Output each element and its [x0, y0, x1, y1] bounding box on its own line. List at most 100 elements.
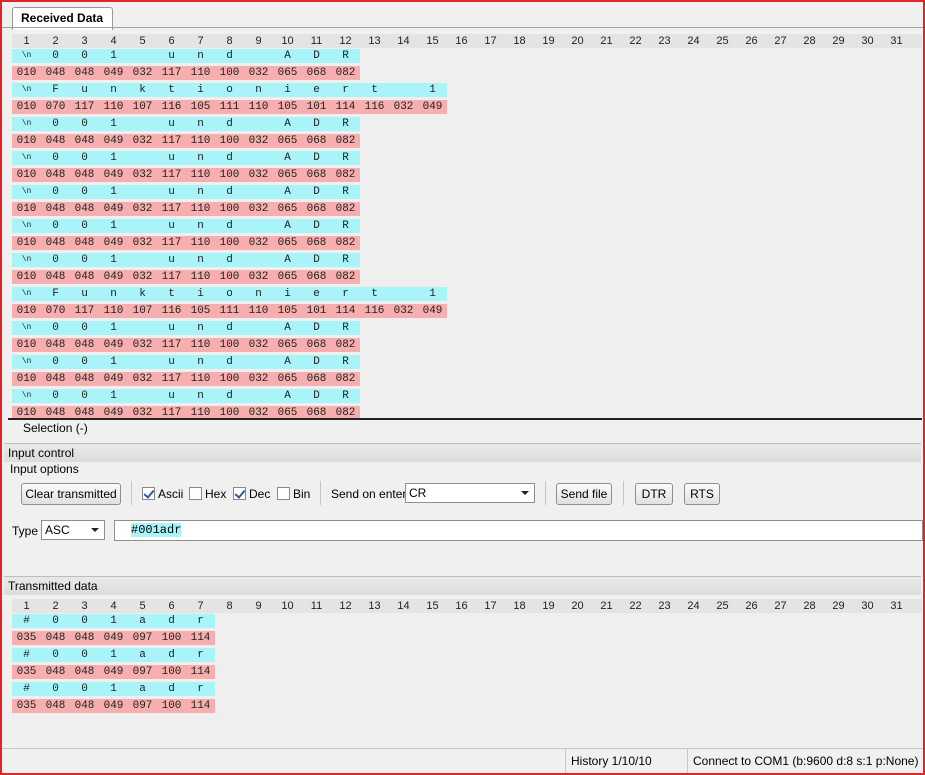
ascii-cell: F [41, 287, 70, 301]
decimal-cell: 048 [41, 168, 70, 182]
decimal-row: 010 070 117 110 107 116 105 111 110 105 101 114 116 0… [12, 304, 447, 318]
ascii-cell: 1 [99, 117, 128, 131]
ascii-cell: 0 [70, 253, 99, 267]
ascii-row: \n Fu n k t i o n i e r t 1 [12, 287, 447, 301]
ascii-cell: 0 [70, 648, 99, 662]
ascii-cell: \n [12, 389, 41, 403]
column-number: 13 [368, 35, 381, 47]
decimal-cell: 010 [12, 304, 41, 318]
decimal-cell: 110 [186, 66, 215, 80]
decimal-cell: 049 [418, 304, 447, 318]
ascii-cell [128, 117, 157, 131]
ascii-cell: d [215, 253, 244, 267]
ascii-cell [128, 151, 157, 165]
ascii-cell: \n [12, 185, 41, 199]
ascii-cell: A [273, 219, 302, 233]
decimal-cell: 068 [302, 372, 331, 386]
column-number: 20 [571, 35, 584, 47]
decimal-cell: 110 [186, 338, 215, 352]
hex-checkbox-box[interactable] [189, 487, 202, 500]
ascii-cell: n [186, 151, 215, 165]
decimal-cell: 117 [157, 406, 186, 418]
decimal-cell: 100 [215, 202, 244, 216]
send-on-enter-select[interactable]: CR [405, 483, 535, 503]
ascii-cell: n [186, 253, 215, 267]
decimal-cell: 082 [331, 168, 360, 182]
decimal-cell: 032 [128, 168, 157, 182]
ascii-cell [244, 49, 273, 63]
decimal-cell: 048 [41, 270, 70, 284]
received-data-grid[interactable]: 1 2 3 4 5 6 7 8 9 10 11 12 13 14 15 16 17 18 19 20 21 22 23 24 2… [12, 34, 922, 418]
ascii-cell: \n [12, 287, 41, 301]
ascii-cell [128, 49, 157, 63]
decimal-cell: 068 [302, 406, 331, 418]
column-number: 10 [281, 600, 294, 612]
ascii-checkbox-box[interactable] [142, 487, 155, 500]
decimal-cell: 082 [331, 236, 360, 250]
ascii-cell: 0 [70, 219, 99, 233]
decimal-cell: 117 [157, 202, 186, 216]
column-number: 1 [23, 35, 30, 47]
decimal-cell: 117 [70, 304, 99, 318]
decimal-cell: 048 [70, 134, 99, 148]
ascii-cell: i [186, 83, 215, 97]
decimal-cell: 117 [157, 270, 186, 284]
column-number: 30 [861, 35, 874, 47]
ascii-cell: n [186, 185, 215, 199]
send-file-button[interactable]: Send file [556, 483, 612, 505]
decimal-cell: 049 [99, 168, 128, 182]
column-number: 18 [513, 600, 526, 612]
decimal-row: 010 048 048 049 032 117 110 100 032 065 068 082 [12, 270, 360, 284]
decimal-cell: 082 [331, 372, 360, 386]
ascii-cell: k [128, 83, 157, 97]
column-number: 14 [397, 600, 410, 612]
decimal-cell: 110 [244, 100, 273, 114]
decimal-cell: 068 [302, 338, 331, 352]
clear-transmitted-button[interactable]: Clear transmitted [21, 483, 121, 505]
input-control-header: Input control [4, 443, 921, 462]
column-number: 27 [774, 35, 787, 47]
ascii-cell [244, 253, 273, 267]
ascii-cell: n [186, 117, 215, 131]
decimal-cell: 105 [273, 304, 302, 318]
column-number: 5 [139, 600, 146, 612]
ascii-row: \n 0 0 1 und ADR [12, 151, 360, 165]
ascii-cell: 1 [99, 682, 128, 696]
ascii-cell: t [360, 287, 389, 301]
dtr-button[interactable]: DTR [635, 483, 673, 505]
decimal-cell: 010 [12, 134, 41, 148]
column-number: 25 [716, 600, 729, 612]
decimal-cell: 048 [41, 406, 70, 418]
decimal-cell: 032 [128, 270, 157, 284]
decimal-cell: 100 [215, 338, 244, 352]
hex-checkbox-label: Hex [205, 487, 227, 501]
decimal-row: 010 048 048 049 032 117 110 100 032 065 068 082 [12, 168, 360, 182]
dec-checkbox[interactable]: Dec [233, 487, 273, 501]
column-number: 9 [255, 35, 262, 47]
ascii-cell [244, 151, 273, 165]
ascii-cell: u [157, 355, 186, 369]
ascii-cell: 0 [70, 321, 99, 335]
ascii-cell [244, 389, 273, 403]
ascii-cell: r [186, 648, 215, 662]
ascii-checkbox[interactable]: Ascii [142, 487, 187, 501]
bin-checkbox[interactable]: Bin [277, 487, 317, 501]
decimal-cell: 110 [244, 304, 273, 318]
send-input-field[interactable]: #001adr [114, 520, 923, 541]
rts-button[interactable]: RTS [684, 483, 720, 505]
hex-checkbox[interactable]: Hex [189, 487, 229, 501]
ascii-cell [128, 355, 157, 369]
ascii-cell: i [273, 83, 302, 97]
dec-checkbox-box[interactable] [233, 487, 246, 500]
decimal-cell: 048 [70, 665, 99, 679]
decimal-cell: 048 [41, 631, 70, 645]
transmitted-data-header: Transmitted data [4, 576, 921, 595]
bin-checkbox-box[interactable] [277, 487, 290, 500]
type-select[interactable]: ASC [41, 520, 105, 540]
data-line: \n 0 0 1 und A D R 010 048 048 049 032 117 110 100 032… [12, 253, 922, 287]
decimal-cell: 107 [128, 100, 157, 114]
decimal-cell: 032 [244, 338, 273, 352]
data-line: \n 0 0 1 und A D R 010 048 048 049 032 117 110 100 032… [12, 49, 922, 83]
decimal-cell: 082 [331, 202, 360, 216]
transmitted-data-grid[interactable]: 1 2 3 4 5 6 7 8 9 10 11 12 13 14 15 16 17 18 19 20 21 22 23 24 2… [12, 599, 922, 745]
